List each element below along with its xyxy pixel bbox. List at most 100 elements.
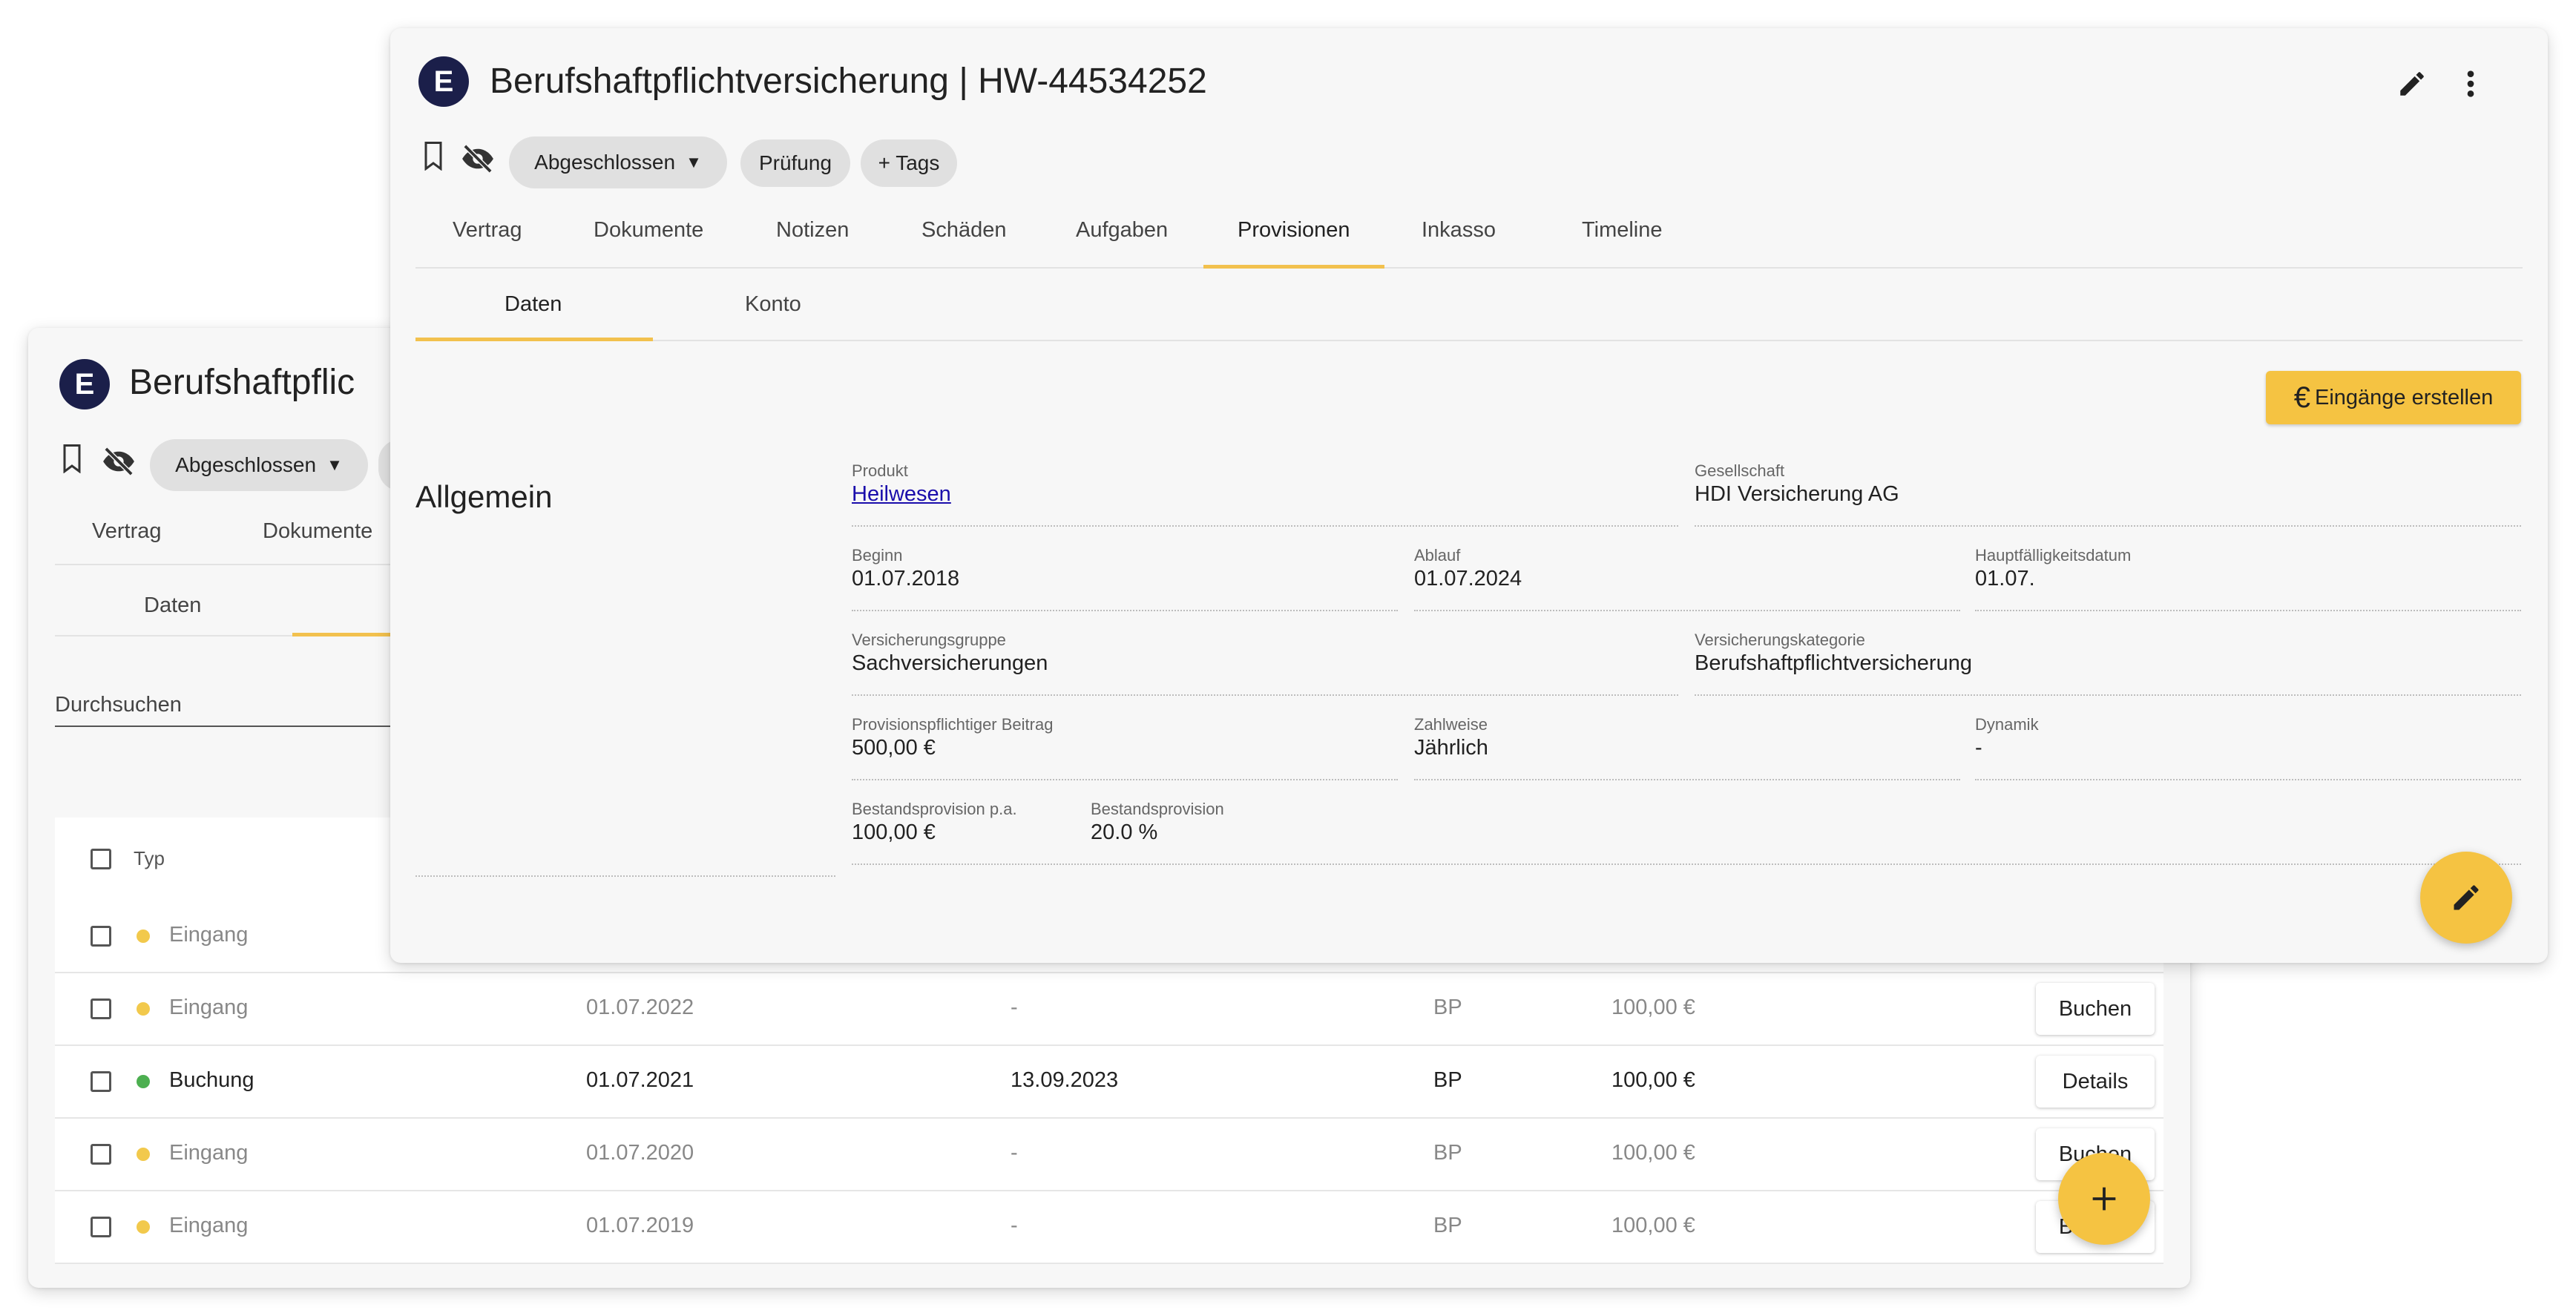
- field-value: HDI Versicherung AG: [1695, 482, 1899, 506]
- field-value: 01.07.2024: [1414, 567, 1522, 590]
- page-title: Berufshaftpflic: [129, 363, 355, 402]
- tab-schaeden[interactable]: Schäden: [921, 218, 1007, 243]
- edit-fab[interactable]: [2420, 852, 2512, 944]
- status-chip[interactable]: Abgeschlossen ▼: [150, 439, 368, 491]
- table-row: Eingang 01.07.2020 - BP 100,00 € Buchen: [55, 1119, 2163, 1191]
- status-chip-label: Abgeschlossen: [534, 151, 676, 174]
- visibility-off-icon[interactable]: [459, 142, 497, 175]
- row-checkbox[interactable]: [91, 1071, 111, 1092]
- table-row: Eingang 01.07.2022 - BP 100,00 € Buchen: [55, 973, 2163, 1046]
- field-bestandsprovision-pa: Bestandsprovision p.a. 100,00 €: [852, 800, 1074, 863]
- select-all-checkbox[interactable]: [91, 849, 111, 869]
- field-label: Versicherungsgruppe: [852, 631, 1006, 649]
- field-beitrag: Provisionspflichtiger Beitrag 500,00 €: [852, 715, 1398, 780]
- tab-vertrag[interactable]: Vertrag: [92, 519, 162, 544]
- produkt-link[interactable]: Heilwesen: [852, 482, 951, 507]
- add-tags-chip[interactable]: + Tags: [861, 139, 957, 187]
- cell-typ: Eingang: [169, 923, 249, 947]
- cell-date: 01.07.2020: [586, 1141, 694, 1165]
- tab-notizen[interactable]: Notizen: [776, 218, 849, 243]
- bookmark-icon[interactable]: [56, 439, 88, 478]
- create-incomings-button[interactable]: € Eingänge erstellen: [2266, 371, 2521, 424]
- field-produkt: Produkt Heilwesen: [852, 461, 1678, 527]
- tab-inkasso[interactable]: Inkasso: [1422, 218, 1496, 243]
- status-chip[interactable]: Abgeschlossen ▼: [509, 136, 727, 188]
- field-gesellschaft: Gesellschaft HDI Versicherung AG: [1695, 461, 2521, 527]
- more-vertical-icon[interactable]: [2456, 65, 2485, 102]
- field-value: Jährlich: [1414, 736, 1488, 760]
- cell-amount: 100,00 €: [1611, 996, 1695, 1019]
- field-label: Dynamik: [1975, 715, 2039, 734]
- status-dot: [137, 930, 150, 943]
- cell-amount: 100,00 €: [1611, 1068, 1695, 1092]
- field-value: 01.07.2018: [852, 567, 960, 590]
- cell-date: 01.07.2019: [586, 1214, 694, 1237]
- tab-timeline[interactable]: Timeline: [1582, 218, 1663, 243]
- column-header-typ: Typ: [134, 847, 165, 869]
- cell-date2: 13.09.2023: [1011, 1068, 1119, 1092]
- field-label: Bestandsprovision: [1091, 800, 1224, 818]
- contract-detail-card: E Berufshaftpflichtversicherung | HW-445…: [390, 28, 2548, 963]
- field-bestandsprovision: Bestandsprovision 20.0 %: [1091, 800, 1313, 863]
- field-versicherungsgruppe: Versicherungsgruppe Sachversicherungen: [852, 631, 1678, 696]
- cell-amount: 100,00 €: [1611, 1214, 1695, 1237]
- field-label: Beginn: [852, 546, 903, 565]
- chevron-down-icon: ▼: [326, 455, 343, 474]
- row-checkbox[interactable]: [91, 998, 111, 1019]
- cell-date2: -: [1011, 1214, 1018, 1237]
- field-versicherungskategorie: Versicherungskategorie Berufshaftpflicht…: [1695, 631, 2521, 696]
- table-row: Eingang 01.07.2019 - BP 100,00 € Buchen: [55, 1191, 2163, 1264]
- buchen-button[interactable]: Buchen: [2036, 983, 2155, 1035]
- cell-typ: Eingang: [169, 996, 249, 1019]
- cell-amount: 100,00 €: [1611, 1141, 1695, 1165]
- edit-pencil-icon[interactable]: [2393, 65, 2431, 102]
- details-button[interactable]: Details: [2036, 1056, 2155, 1108]
- field-dynamik: Dynamik -: [1975, 715, 2521, 780]
- add-fab[interactable]: [2058, 1153, 2150, 1245]
- cell-typ: Eingang: [169, 1214, 249, 1237]
- tab-provisionen[interactable]: Provisionen: [1238, 218, 1350, 243]
- field-ablauf: Ablauf 01.07.2024: [1414, 546, 1960, 611]
- visibility-off-icon[interactable]: [99, 445, 138, 478]
- cell-date: 01.07.2022: [586, 996, 694, 1019]
- subtab-konto[interactable]: Konto: [745, 292, 801, 317]
- cell-code: BP: [1433, 996, 1462, 1019]
- status-dot: [137, 1148, 150, 1161]
- avatar: E: [59, 359, 110, 409]
- table-row: Buchung 01.07.2021 13.09.2023 BP 100,00 …: [55, 1046, 2163, 1119]
- subtab-bar: Daten Konto: [415, 267, 2523, 341]
- cell-code: BP: [1433, 1214, 1462, 1237]
- field-value: Berufshaftpflichtversicherung: [1695, 651, 1972, 675]
- tab-aufgaben[interactable]: Aufgaben: [1076, 218, 1168, 243]
- field-label: Versicherungskategorie: [1695, 631, 1865, 649]
- provision-row: Bestandsprovision p.a. 100,00 € Bestands…: [852, 800, 2521, 865]
- field-value: 500,00 €: [852, 736, 936, 760]
- search-label: Durchsuchen: [55, 693, 182, 717]
- chevron-down-icon: ▼: [686, 153, 702, 171]
- status-dot: [137, 1075, 150, 1088]
- bookmark-icon[interactable]: [418, 136, 448, 175]
- field-label: Gesellschaft: [1695, 461, 1785, 480]
- row-checkbox[interactable]: [91, 1217, 111, 1237]
- tab-dokumente[interactable]: Dokumente: [263, 519, 372, 544]
- cell-date2: -: [1011, 1141, 1018, 1165]
- row-checkbox[interactable]: [91, 1144, 111, 1165]
- subtab-daten[interactable]: Daten: [144, 593, 201, 618]
- field-label: Bestandsprovision p.a.: [852, 800, 1017, 818]
- euro-icon: €: [2293, 381, 2310, 414]
- field-label: Zahlweise: [1414, 715, 1488, 734]
- field-value: -: [1975, 736, 1982, 760]
- field-value: 01.07.: [1975, 567, 2035, 590]
- avatar: E: [418, 56, 469, 107]
- tab-dokumente[interactable]: Dokumente: [594, 218, 703, 243]
- row-checkbox[interactable]: [91, 926, 111, 947]
- field-value: 100,00 €: [852, 820, 936, 844]
- cell-code: BP: [1433, 1141, 1462, 1165]
- tab-vertrag[interactable]: Vertrag: [453, 218, 522, 243]
- field-zahlweise: Zahlweise Jährlich: [1414, 715, 1960, 780]
- search-input[interactable]: Durchsuchen: [55, 693, 441, 727]
- field-label: Ablauf: [1414, 546, 1461, 565]
- subtab-daten[interactable]: Daten: [505, 292, 562, 317]
- pruefung-chip[interactable]: Prüfung: [740, 139, 850, 187]
- field-value: Sachversicherungen: [852, 651, 1048, 675]
